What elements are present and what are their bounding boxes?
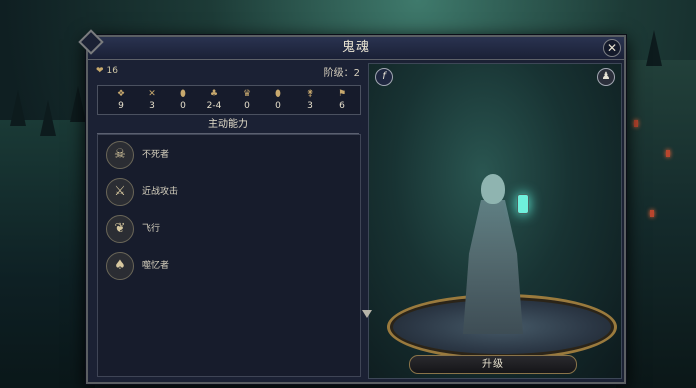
ability-label: 飞行: [142, 224, 161, 234]
stat-value: 3: [307, 101, 313, 111]
stat-value: 3: [149, 101, 155, 111]
stat-item[interactable]: ♣ 2-4: [200, 86, 228, 112]
lantern-icon: [517, 194, 529, 214]
stat-value: 6: [339, 101, 345, 111]
stat-item[interactable]: ♛ 0: [233, 86, 261, 112]
window-light: [634, 120, 638, 127]
attack-icon: ✕: [148, 89, 156, 99]
stat-value: 2-4: [206, 101, 222, 111]
info-button[interactable]: f: [375, 68, 393, 86]
dialog-title: 鬼魂: [341, 40, 370, 55]
tower-spire: [70, 86, 86, 122]
window-light: [650, 210, 654, 217]
hp-value: 16: [106, 66, 118, 76]
tower-spire: [40, 100, 56, 136]
stat-value: 0: [180, 101, 186, 111]
hp-row: ❤ 16: [96, 66, 118, 76]
tower-spire: [10, 90, 26, 126]
stat-item[interactable]: ⚑ 6: [328, 86, 356, 112]
upgrade-button[interactable]: 升级: [409, 355, 577, 374]
stat-value: 0: [275, 101, 281, 111]
unit-stats-panel: ❤ 16 阶级：2 ❖ 9 ✕ 3 ⬮ 0 ♣ 2-4 ♛ 0 ⬮ 0 ⚵ 3 …: [94, 63, 362, 377]
ability-label: 近战攻击: [142, 187, 179, 197]
abilities-list: ☠ 不死者 ⚔ 近战攻击 ❦ 飞行 ♠ 噬忆者: [97, 134, 361, 377]
stat-item[interactable]: ⚵ 3: [296, 86, 324, 112]
defense-icon: ⬮: [180, 89, 186, 99]
boot-icon: ⚵: [306, 89, 314, 99]
ghost-head: [481, 174, 505, 204]
hood-icon: ♠: [106, 252, 134, 280]
hp-icon: ❤: [96, 66, 104, 76]
person-icon[interactable]: ♟: [597, 68, 615, 86]
close-button[interactable]: ✕: [603, 39, 621, 57]
stats-bar: ❖ 9 ✕ 3 ⬮ 0 ♣ 2-4 ♛ 0 ⬮ 0 ⚵ 3 ⚑ 6: [97, 85, 361, 115]
crown-icon: ♛: [242, 89, 252, 99]
sword-icon: ⚔: [106, 178, 134, 206]
abilities-header: 主动能力: [97, 118, 359, 134]
stat-item[interactable]: ❖ 9: [107, 86, 135, 112]
stat-value: 0: [244, 101, 250, 111]
skull-icon: ☠: [106, 141, 134, 169]
dialog-title-bar: 鬼魂: [88, 37, 624, 60]
unit-preview-panel: f ♟ 升级: [368, 63, 622, 379]
stat-item[interactable]: ⬮ 0: [264, 86, 292, 112]
flag-icon: ⚑: [337, 89, 347, 99]
unit-info-dialog: 鬼魂 ✕ ❤ 16 阶级：2 ❖ 9 ✕ 3 ⬮ 0 ♣ 2-4 ♛ 0 ⬮ 0…: [78, 29, 626, 384]
health-icon: ❖: [116, 89, 126, 99]
stat-value: 9: [118, 101, 124, 111]
stat-item[interactable]: ✕ 3: [138, 86, 166, 112]
window-light: [666, 150, 670, 157]
tower-spire: [646, 30, 662, 66]
damage-icon: ♣: [209, 89, 219, 99]
cursor-icon: [362, 310, 372, 318]
background-town-left: [0, 86, 95, 388]
unit-level: 阶级：2: [323, 68, 360, 79]
ability-label: 不死者: [142, 150, 170, 160]
background-town-right: [616, 30, 696, 388]
stat-item[interactable]: ⬮ 0: [169, 86, 197, 112]
resist-icon: ⬮: [275, 89, 281, 99]
ability-label: 噬忆者: [142, 261, 170, 271]
wing-icon: ❦: [106, 215, 134, 243]
ghost-robe: [463, 200, 523, 334]
